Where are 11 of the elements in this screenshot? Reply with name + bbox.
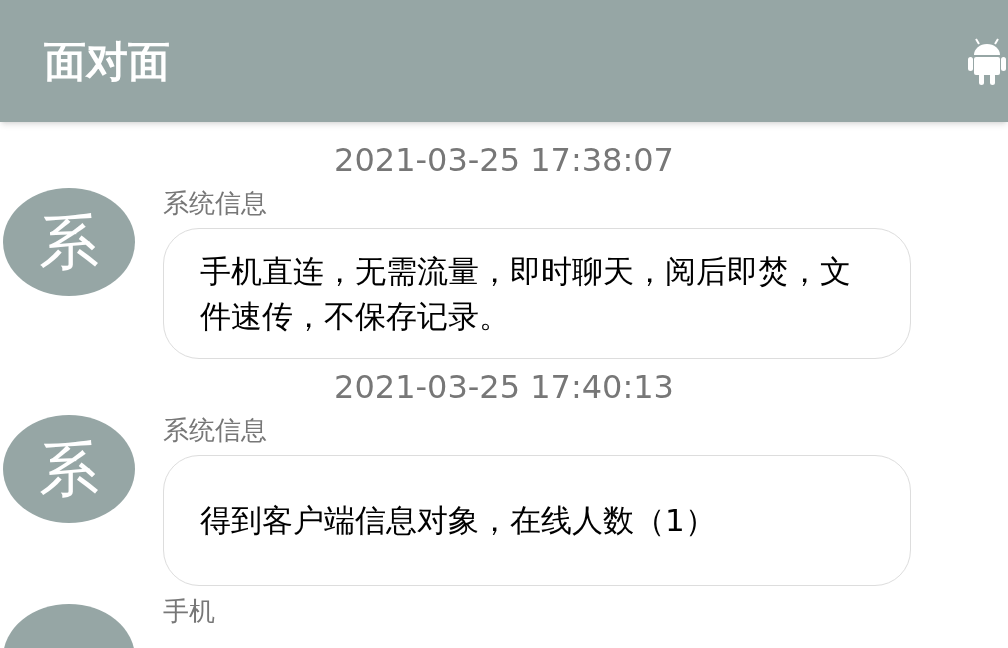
avatar-letter: 系 (39, 439, 99, 499)
app-title: 面对面 (44, 35, 170, 88)
message-timestamp: 2021-03-25 17:40:13 (334, 371, 674, 403)
message-timestamp: 2021-03-25 17:38:07 (334, 144, 674, 176)
sender-name: 手机 (163, 595, 216, 626)
avatar-letter: 系 (39, 212, 99, 272)
android-icon[interactable] (968, 37, 1006, 85)
sender-name: 系统信息 (163, 188, 268, 220)
sender-name: 系统信息 (163, 415, 268, 447)
message-bubble: 得到客户端信息对象，在线人数（1） (163, 455, 911, 586)
message-bubble: 手机直连，无需流量，即时聊天，阅后即焚，文件速传，不保存记录。 (163, 228, 911, 359)
